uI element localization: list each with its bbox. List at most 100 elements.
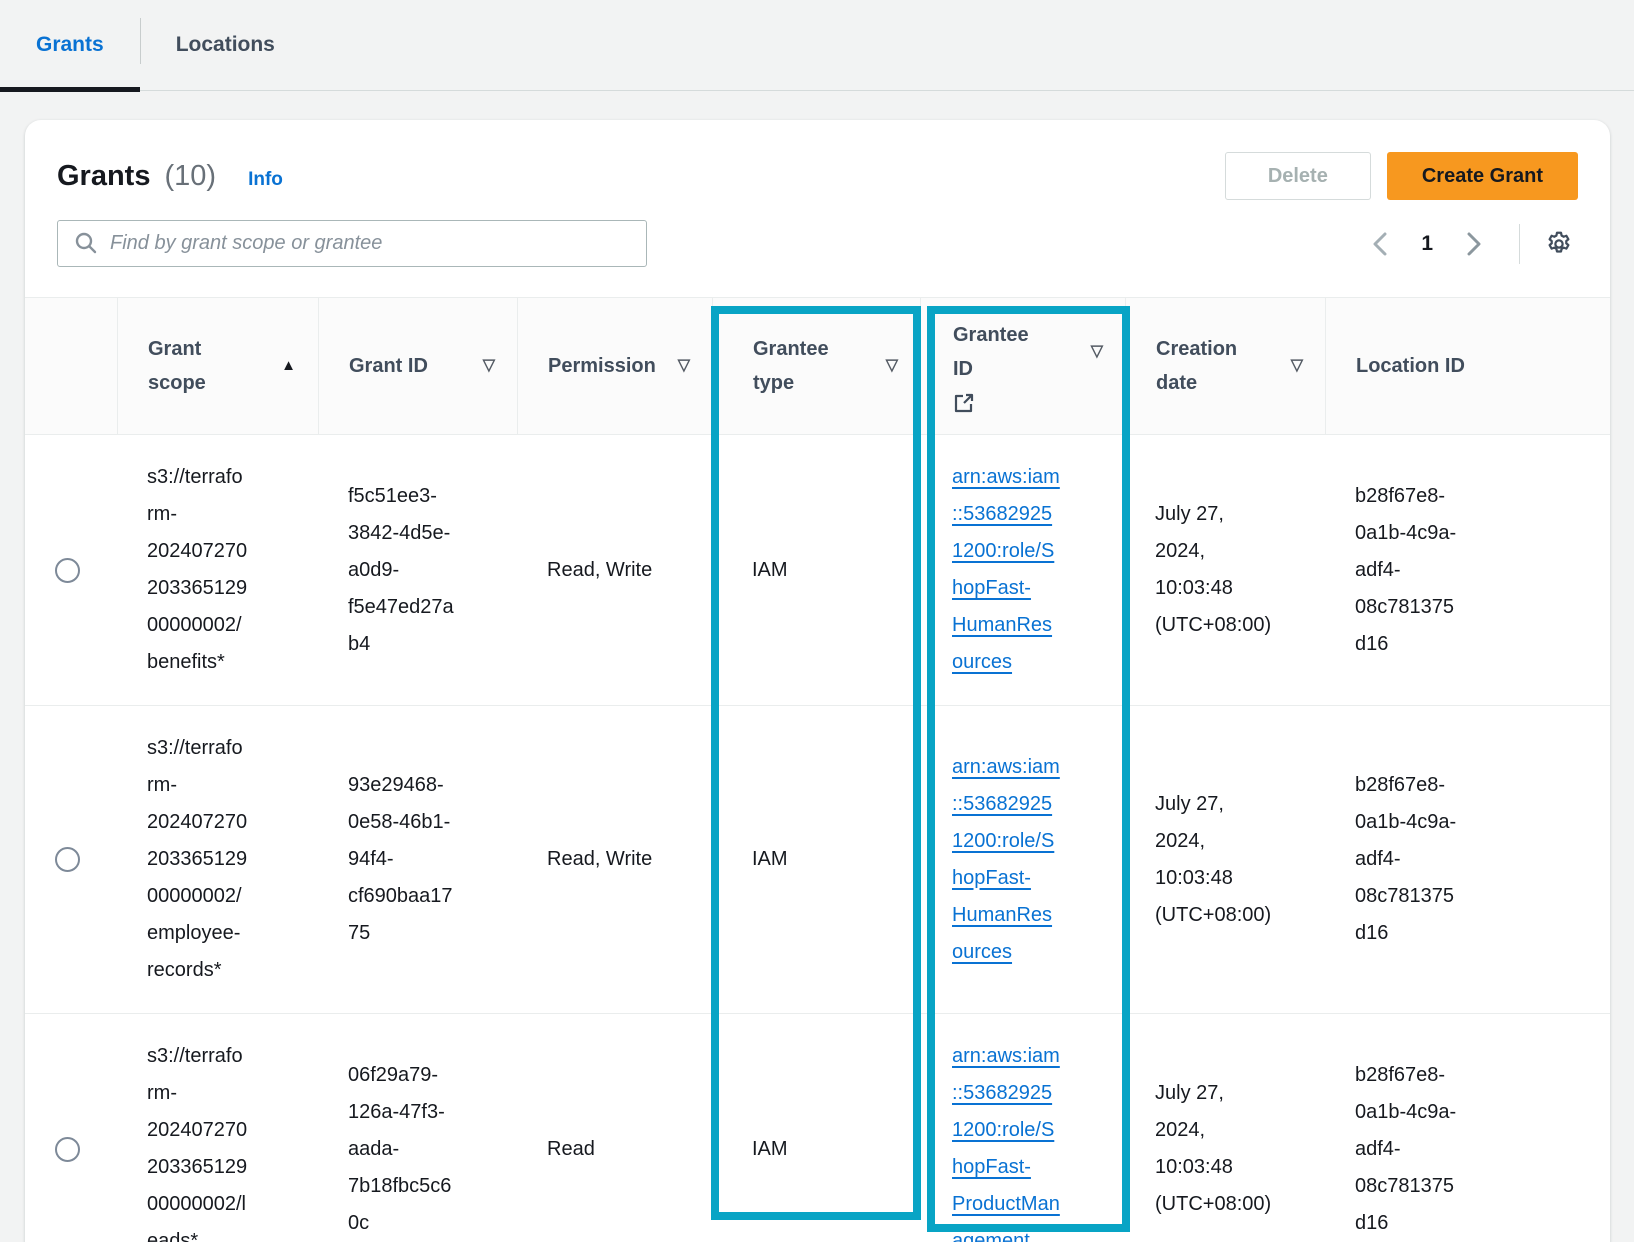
grant-scope-value: s3://terraform-2024072702033651290000000… (147, 730, 248, 989)
grant-id-value: 93e29468-0e58-46b1-94f4-cf690baa1775 (348, 767, 456, 952)
tab-grants-label: Grants (36, 33, 104, 57)
chevron-right-icon (1465, 231, 1483, 257)
tab-locations[interactable]: Locations (140, 0, 311, 90)
grant-scope-value: s3://terraform-2024072702033651290000000… (147, 459, 248, 681)
sort-descending-icon[interactable]: ▽ (1291, 349, 1303, 383)
creation-date-value: July 27, 2024, 10:03:48 (UTC+08:00) (1155, 496, 1277, 644)
tab-locations-label: Locations (176, 33, 275, 57)
row-selection-cell (25, 435, 117, 705)
panel-actions: Delete Create Grant (1225, 152, 1578, 200)
permission-value: Read (547, 1131, 595, 1168)
gear-icon (1544, 229, 1574, 259)
location-id-value: b28f67e8-0a1b-4c9a-adf4-08c781375d16 (1355, 767, 1459, 952)
table-row: s3://terraform-2024072702033651290000000… (25, 434, 1610, 705)
previous-page-button[interactable] (1361, 225, 1399, 263)
location-id-value: b28f67e8-0a1b-4c9a-adf4-08c781375d16 (1355, 1057, 1459, 1242)
grantee-type-value: IAM (752, 841, 788, 878)
header-grantee-type-label: Grantee type (753, 332, 853, 400)
page: Grants Locations Grants (10) Info Delete… (0, 0, 1634, 1242)
row-radio-button[interactable] (55, 558, 80, 583)
header-creation-date-label: Creation date (1156, 332, 1256, 400)
info-link[interactable]: Info (248, 169, 283, 191)
row-selection-cell (25, 1014, 117, 1242)
header-location-id-label: Location ID (1356, 349, 1465, 383)
grant-scope-cell: s3://terraform-2024072702033651290000000… (117, 435, 318, 705)
grant-id-cell: 93e29468-0e58-46b1-94f4-cf690baa1775 (318, 706, 517, 1013)
toolbar: 1 (25, 200, 1610, 267)
tab-bar: Grants Locations (0, 0, 1634, 91)
grantee-type-cell: IAM (712, 706, 920, 1013)
sort-ascending-icon[interactable]: ▲ (281, 349, 296, 383)
panel-count: (10) (164, 160, 216, 193)
grantee-id-cell: arn:aws:iam::536829251200:role/ShopFast-… (920, 706, 1125, 1013)
header-grant-scope[interactable]: Grant scope ▲ (117, 298, 318, 434)
grantee-type-value: IAM (752, 552, 788, 589)
row-radio-button[interactable] (55, 1137, 80, 1162)
create-grant-button[interactable]: Create Grant (1387, 152, 1578, 200)
table-row: s3://terraform-2024072702033651290000000… (25, 1013, 1610, 1242)
header-grantee-type[interactable]: Grantee type ▽ (712, 298, 920, 434)
creation-date-cell: July 27, 2024, 10:03:48 (UTC+08:00) (1125, 435, 1325, 705)
creation-date-cell: July 27, 2024, 10:03:48 (UTC+08:00) (1125, 1014, 1325, 1242)
header-permission[interactable]: Permission ▽ (517, 298, 712, 434)
grantee-id-link[interactable]: arn:aws:iam::536829251200:role/ShopFast-… (952, 1038, 1060, 1242)
header-grant-id-label: Grant ID (349, 349, 428, 383)
creation-date-value: July 27, 2024, 10:03:48 (UTC+08:00) (1155, 786, 1277, 934)
search-input[interactable] (57, 220, 647, 267)
creation-date-cell: July 27, 2024, 10:03:48 (UTC+08:00) (1125, 706, 1325, 1013)
table-header-row: Grant scope ▲ Grant ID ▽ Permission ▽ Gr… (25, 298, 1610, 434)
grantee-type-cell: IAM (712, 435, 920, 705)
row-selection-cell (25, 706, 117, 1013)
header-grant-scope-label: Grant scope (148, 332, 248, 400)
grant-id-cell: 06f29a79-126a-47f3-aada-7b18fbc5c60c (318, 1014, 517, 1242)
sort-descending-icon[interactable]: ▽ (678, 349, 690, 383)
sort-descending-icon[interactable]: ▽ (483, 349, 495, 383)
grant-scope-cell: s3://terraform-2024072702033651290000000… (117, 706, 318, 1013)
permission-value: Read, Write (547, 552, 652, 589)
grantee-id-cell: arn:aws:iam::536829251200:role/ShopFast-… (920, 1014, 1125, 1242)
grantee-type-cell: IAM (712, 1014, 920, 1242)
permission-cell: Read (517, 1014, 712, 1242)
grantee-id-link[interactable]: arn:aws:iam::536829251200:role/ShopFast-… (952, 459, 1060, 681)
location-id-value: b28f67e8-0a1b-4c9a-adf4-08c781375d16 (1355, 478, 1459, 663)
grant-id-cell: f5c51ee3-3842-4d5e-a0d9-f5e47ed27ab4 (318, 435, 517, 705)
grant-id-value: 06f29a79-126a-47f3-aada-7b18fbc5c60c (348, 1057, 456, 1242)
current-page-number[interactable]: 1 (1421, 232, 1433, 256)
sort-descending-icon[interactable]: ▽ (1091, 335, 1103, 369)
search-icon (75, 232, 97, 254)
grantee-id-link[interactable]: arn:aws:iam::536829251200:role/ShopFast-… (952, 749, 1060, 971)
location-id-cell: b28f67e8-0a1b-4c9a-adf4-08c781375d16 (1325, 1014, 1610, 1242)
location-id-cell: b28f67e8-0a1b-4c9a-adf4-08c781375d16 (1325, 706, 1610, 1013)
grants-panel: Grants (10) Info Delete Create Grant (25, 120, 1610, 1242)
table-body: s3://terraform-2024072702033651290000000… (25, 434, 1610, 1242)
table-row: s3://terraform-2024072702033651290000000… (25, 705, 1610, 1013)
next-page-button[interactable] (1455, 225, 1493, 263)
header-grantee-id-label: Grantee ID (953, 318, 1053, 386)
header-creation-date[interactable]: Creation date ▽ (1125, 298, 1325, 434)
header-grantee-id[interactable]: Grantee ID ▽ (920, 298, 1125, 434)
tab-grants[interactable]: Grants (0, 0, 140, 90)
delete-button[interactable]: Delete (1225, 152, 1371, 200)
header-permission-label: Permission (548, 349, 656, 383)
permission-value: Read, Write (547, 841, 652, 878)
creation-date-value: July 27, 2024, 10:03:48 (UTC+08:00) (1155, 1075, 1277, 1223)
search-box (57, 220, 647, 267)
header-selection (25, 298, 117, 434)
header-grant-id[interactable]: Grant ID ▽ (318, 298, 517, 434)
chevron-left-icon (1371, 231, 1389, 257)
external-link-icon (953, 392, 1103, 414)
location-id-cell: b28f67e8-0a1b-4c9a-adf4-08c781375d16 (1325, 435, 1610, 705)
toolbar-divider (1519, 224, 1520, 264)
row-radio-button[interactable] (55, 847, 80, 872)
grants-table: Grant scope ▲ Grant ID ▽ Permission ▽ Gr… (25, 297, 1610, 1242)
header-location-id: Location ID (1325, 298, 1610, 434)
sort-descending-icon[interactable]: ▽ (886, 349, 898, 383)
permission-cell: Read, Write (517, 706, 712, 1013)
panel-title-group: Grants (10) Info (57, 160, 283, 193)
grant-scope-value: s3://terraform-2024072702033651290000000… (147, 1038, 248, 1242)
preferences-button[interactable] (1540, 225, 1578, 263)
grantee-id-cell: arn:aws:iam::536829251200:role/ShopFast-… (920, 435, 1125, 705)
grantee-type-value: IAM (752, 1131, 788, 1168)
panel-title: Grants (57, 160, 150, 193)
permission-cell: Read, Write (517, 435, 712, 705)
